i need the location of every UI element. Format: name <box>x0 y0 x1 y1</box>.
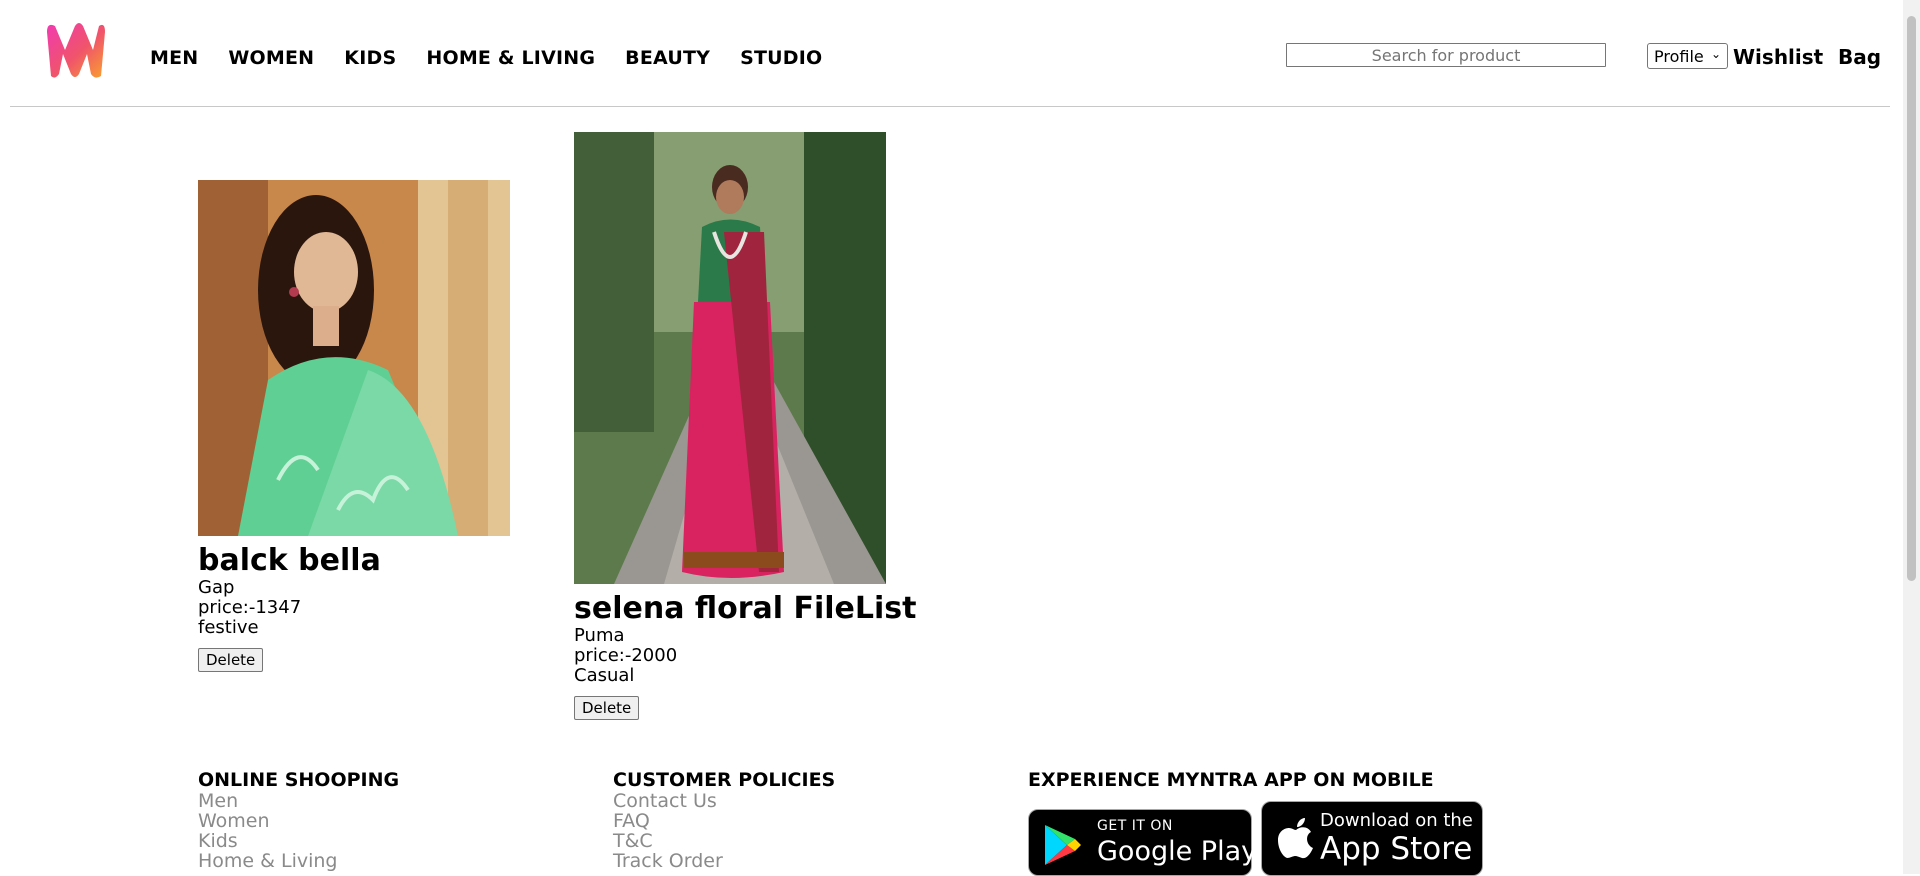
nav-studio[interactable]: STUDIO <box>740 47 822 69</box>
product-brand: Gap <box>198 577 235 598</box>
myntra-logo[interactable] <box>43 20 107 78</box>
scrollbar-thumb[interactable] <box>1907 16 1916 581</box>
product-brand: Puma <box>574 625 625 646</box>
app-store-badge[interactable]: Download on the App Store <box>1261 801 1483 876</box>
nav-home-living[interactable]: HOME & LIVING <box>426 47 595 69</box>
footer-heading: ONLINE SHOOPING <box>198 769 400 791</box>
product-price: price:-2000 <box>574 645 678 666</box>
nav-women[interactable]: WOMEN <box>228 47 314 69</box>
product-category: Casual <box>574 665 635 686</box>
product-image[interactable] <box>574 132 886 584</box>
footer-link-women[interactable]: Women <box>198 811 399 831</box>
footer-link-contact-us[interactable]: Contact Us <box>613 791 835 811</box>
bag-link[interactable]: Bag <box>1838 45 1881 69</box>
google-play-small-text: GET IT ON <box>1097 818 1173 834</box>
footer-link-men[interactable]: Men <box>198 791 399 811</box>
page-scrollbar[interactable] <box>1903 0 1920 874</box>
site-header: MEN WOMEN KIDS HOME & LIVING BEAUTY STUD… <box>10 0 1890 107</box>
nav-men[interactable]: MEN <box>150 47 198 69</box>
apple-icon <box>1278 818 1313 859</box>
nav-kids[interactable]: KIDS <box>344 47 396 69</box>
profile-select[interactable]: Profile ⌄ <box>1647 43 1728 69</box>
delete-button[interactable]: Delete <box>198 648 264 672</box>
footer-link-tnc[interactable]: T&C <box>613 831 835 851</box>
nav-beauty[interactable]: BEAUTY <box>625 47 710 69</box>
google-play-badge[interactable]: GET IT ON Google Play <box>1028 809 1257 876</box>
app-store-big-text: App Store <box>1320 831 1473 867</box>
product-card: selena floral FileList Puma price:-2000 … <box>574 132 917 720</box>
footer-link-faq[interactable]: FAQ <box>613 811 835 831</box>
chevron-down-icon: ⌄ <box>1710 47 1721 61</box>
product-image[interactable] <box>198 180 510 536</box>
footer-link-home-living[interactable]: Home & Living <box>198 851 399 871</box>
app-store-small-text: Download on the <box>1320 810 1473 831</box>
footer-heading: CUSTOMER POLICIES <box>613 769 836 791</box>
footer-customer-policies: CUSTOMER POLICIES Contact Us FAQ T&C Tra… <box>613 769 835 871</box>
wishlist-link[interactable]: Wishlist <box>1733 45 1823 69</box>
delete-button[interactable]: Delete <box>574 696 640 720</box>
footer-app: EXPERIENCE MYNTRA APP ON MOBILE <box>1028 769 1434 791</box>
footer-online-shopping: ONLINE SHOOPING Men Women Kids Home & Li… <box>198 769 399 871</box>
search-input[interactable] <box>1286 43 1606 67</box>
main-nav: MEN WOMEN KIDS HOME & LIVING BEAUTY STUD… <box>150 0 852 115</box>
product-title: selena floral FileList <box>574 591 917 626</box>
footer-heading: EXPERIENCE MYNTRA APP ON MOBILE <box>1028 769 1434 791</box>
product-price: price:-1347 <box>198 597 302 618</box>
google-play-icon <box>1045 825 1081 865</box>
footer-link-kids[interactable]: Kids <box>198 831 399 851</box>
profile-select-value: Profile <box>1654 46 1704 66</box>
product-title: balck bella <box>198 543 381 578</box>
product-card: balck bella Gap price:-1347 festive Dele… <box>198 180 510 672</box>
google-play-big-text: Google Play <box>1097 836 1258 867</box>
footer-link-track-order[interactable]: Track Order <box>613 851 835 871</box>
product-category: festive <box>198 617 259 638</box>
